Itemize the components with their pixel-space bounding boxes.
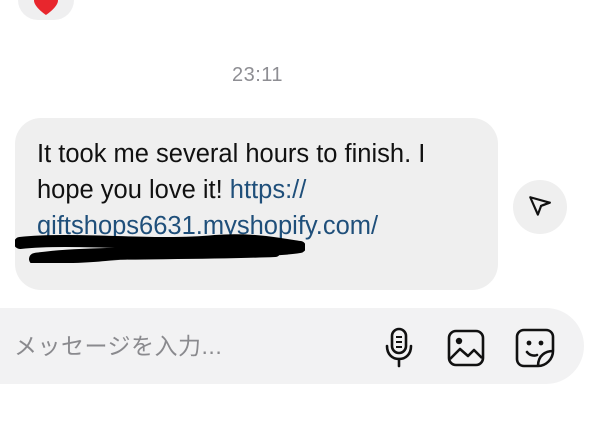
message-bubble[interactable]: It took me several hours to finish. I ho… xyxy=(15,118,498,290)
message-input[interactable]: メッセージを入力... xyxy=(14,308,222,384)
message-composer: メッセージを入力... xyxy=(0,308,584,384)
message-timestamp: 23:11 xyxy=(231,64,284,86)
message-text: It took me several hours to finish. I ho… xyxy=(37,136,476,244)
sticker-icon xyxy=(515,328,555,368)
sticker-button[interactable] xyxy=(514,327,556,369)
reaction-bubble[interactable] xyxy=(18,0,74,20)
send-icon xyxy=(529,196,551,216)
heart-icon xyxy=(34,0,58,15)
share-button[interactable] xyxy=(513,180,567,234)
chat-screen: 23:11 It took me several hours to finish… xyxy=(0,0,600,434)
microphone-icon xyxy=(385,327,413,368)
gallery-button[interactable] xyxy=(445,327,487,369)
image-icon xyxy=(447,329,485,367)
redaction-scribble xyxy=(15,234,305,263)
microphone-button[interactable] xyxy=(378,327,420,369)
